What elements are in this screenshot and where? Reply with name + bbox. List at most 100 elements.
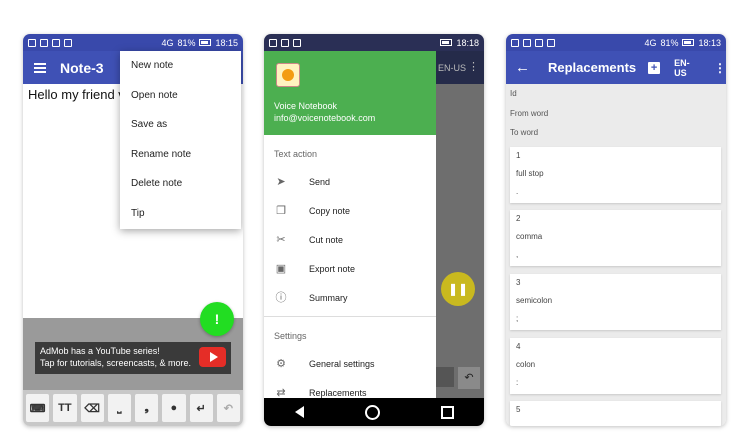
battery-level: 81%	[660, 37, 679, 48]
row-to: ;	[516, 314, 519, 323]
menu-icon[interactable]	[34, 62, 46, 73]
drawer-item-label: Copy note	[309, 205, 351, 216]
list-item[interactable]: 3 semicolon ;	[510, 274, 721, 330]
background-undo-icon: ↶	[458, 367, 480, 389]
drawer-item-summary[interactable]: ⓘ Summary	[264, 283, 436, 312]
menu-item-delete-note[interactable]: Delete note	[120, 169, 241, 199]
youtube-icon	[199, 347, 226, 367]
drawer-item-label: Summary	[309, 292, 348, 303]
status-bar: 4G 81% 18:15	[23, 34, 243, 51]
system-nav-bar	[264, 398, 484, 426]
navigation-drawer: Voice Notebook info@voicenotebook.com Te…	[264, 51, 436, 398]
row-to: .	[516, 187, 519, 196]
comma-key[interactable]: ❟	[135, 394, 159, 422]
drawer-item-label: General settings	[309, 358, 375, 369]
battery-icon	[199, 39, 212, 46]
drawer-header: Voice Notebook info@voicenotebook.com	[264, 51, 436, 135]
period-key[interactable]: ●	[162, 394, 186, 422]
drawer-item-label: Export note	[309, 263, 356, 274]
phone-navigation-drawer: 18:18 EN-US ⋮ ❚❚ ↶ Voice Notebook info@v…	[264, 34, 484, 426]
copy-icon: ❐	[276, 204, 286, 217]
ad-banner[interactable]: AdMob has a YouTube series! Tap for tuto…	[35, 342, 231, 374]
menu-item-rename-note[interactable]: Rename note	[120, 140, 241, 170]
drawer-item-label: Replacements	[309, 387, 367, 398]
list-item[interactable]: 4 colon :	[510, 338, 721, 394]
drawer-item-export-note[interactable]: ▣ Export note	[264, 254, 436, 283]
backspace-icon[interactable]: ⌫	[80, 394, 104, 422]
note-title: Note-3	[60, 59, 104, 76]
network-indicator: 4G	[161, 37, 174, 48]
gear-icon: ⚙	[276, 357, 286, 370]
row-from: full stop	[516, 169, 544, 178]
text-case-icon[interactable]: TT	[53, 394, 77, 422]
back-arrow-icon[interactable]: ←	[515, 59, 530, 76]
clock: 18:18	[456, 37, 479, 48]
drawer-item-replacements[interactable]: ⇄ Replacements	[264, 378, 436, 399]
replacements-list: Id From word To word 1 full stop . 2 com…	[506, 84, 726, 426]
app-logo	[276, 63, 300, 87]
keyboard-icon[interactable]: ⌨	[26, 394, 50, 422]
battery-level: 81%	[177, 37, 196, 48]
list-item[interactable]: 1 full stop .	[510, 147, 721, 203]
phone-note-editor: 4G 81% 18:15 Note-3 Hello my friend v Ne…	[23, 34, 243, 426]
drawer-item-copy-note[interactable]: ❐ Copy note	[264, 196, 436, 225]
menu-item-save-as[interactable]: Save as	[120, 110, 241, 140]
row-from: colon	[516, 360, 536, 369]
row-from: semicolon	[516, 296, 553, 305]
background-lang: EN-US	[438, 63, 467, 73]
field-label-from-word: From word	[510, 108, 549, 118]
battery-icon	[682, 39, 695, 46]
drawer-item-cut-note[interactable]: ✂ Cut note	[264, 225, 436, 254]
app-name: Voice Notebook	[274, 101, 338, 111]
recents-nav-icon[interactable]	[440, 405, 454, 419]
overflow-menu: New note Open note Save as Rename note D…	[120, 51, 241, 229]
info-icon: ⓘ	[275, 291, 287, 304]
network-indicator: 4G	[644, 37, 657, 48]
enter-icon[interactable]: ↵	[189, 394, 213, 422]
undo-icon[interactable]: ↶	[216, 394, 240, 422]
field-label-id: Id	[510, 89, 517, 98]
add-icon[interactable]: +	[648, 61, 661, 74]
clock: 18:13	[698, 37, 721, 48]
swap-icon: ⇄	[276, 386, 286, 399]
drawer-item-label: Send	[309, 176, 331, 187]
scissors-icon: ✂	[276, 233, 286, 246]
row-to: ,	[516, 250, 519, 259]
battery-icon	[440, 39, 453, 46]
row-id: 1	[516, 151, 521, 160]
drawer-item-general-settings[interactable]: ⚙ General settings	[264, 349, 436, 378]
row-id: 3	[516, 278, 521, 287]
punctuation-keybar: ⌨ TT ⌫ ⎵ ❟ ● ↵ ↶	[23, 390, 243, 426]
pause-icon: ❚❚	[441, 272, 475, 306]
clock: 18:15	[215, 37, 238, 48]
menu-item-open-note[interactable]: Open note	[120, 81, 241, 111]
home-nav-icon[interactable]	[364, 404, 380, 420]
send-icon: ➤	[276, 175, 286, 188]
language-selector[interactable]: EN-US	[674, 58, 702, 78]
row-id: 5	[516, 405, 521, 414]
phone-replacements: 4G 81% 18:13 ← Replacements + EN-US ⋮ Id…	[506, 34, 726, 426]
note-text[interactable]: Hello my friend v	[28, 87, 125, 102]
list-item[interactable]: 2 comma ,	[510, 210, 721, 266]
row-id: 2	[516, 214, 521, 223]
list-item[interactable]: 5	[510, 401, 721, 426]
microphone-button[interactable]: !	[200, 302, 234, 336]
space-icon[interactable]: ⎵	[107, 394, 131, 422]
menu-item-tip[interactable]: Tip	[120, 199, 241, 229]
app-email: info@voicenotebook.com	[274, 113, 376, 123]
back-nav-icon[interactable]	[294, 406, 304, 418]
drawer-item-label: Cut note	[309, 234, 344, 245]
row-to: :	[516, 378, 519, 387]
drawer-item-send[interactable]: ➤ Send	[264, 167, 436, 196]
save-icon: ▣	[275, 262, 287, 275]
section-header-text-action: Text action	[274, 149, 318, 159]
menu-item-new-note[interactable]: New note	[120, 51, 241, 81]
page-title: Replacements	[548, 60, 637, 75]
row-from: comma	[516, 232, 543, 241]
status-bar: 4G 81% 18:13	[506, 34, 726, 51]
background-key	[436, 367, 454, 387]
status-bar: 18:18	[264, 34, 484, 51]
overflow-icon[interactable]: ⋮	[714, 61, 726, 75]
app-bar: ← Replacements + EN-US ⋮	[506, 51, 726, 84]
row-id: 4	[516, 342, 521, 351]
